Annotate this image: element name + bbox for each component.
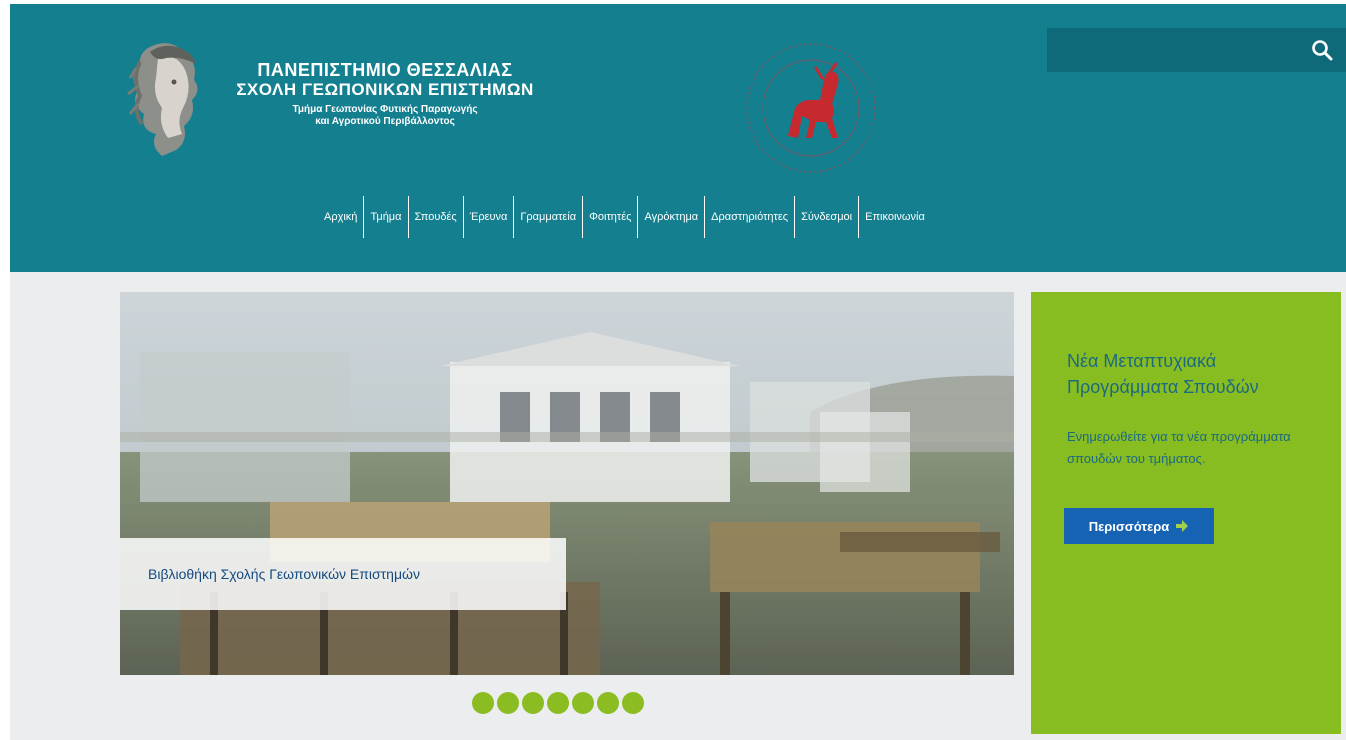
search-input[interactable] [1047,28,1317,72]
brand-block: ΠΑΝΕΠΙΣΤΗΜΙΟ ΘΕΣΣΑΛΙΑΣ ΣΧΟΛΗ ΓΕΩΠΟΝΙΚΩΝ … [215,60,555,128]
nav-item-secretariat[interactable]: Γραμματεία [513,196,582,238]
slider-dot[interactable] [472,692,494,714]
more-button[interactable]: Περισσότερα [1064,508,1214,544]
nav-item-activities[interactable]: Δραστηριότητες [704,196,794,238]
slider-dot[interactable] [597,692,619,714]
nav-item-students[interactable]: Φοιτητές [582,196,637,238]
main-nav: Αρχική Τμήμα Σπουδές Έρευνα Γραμματεία Φ… [318,196,931,238]
nav-item-contact[interactable]: Επικοινωνία [858,196,931,238]
slide-caption-text: Βιβλιοθήκη Σχολής Γεωπονικών Επιστημών [148,566,420,582]
university-title: ΠΑΝΕΠΙΣΤΗΜΙΟ ΘΕΣΣΑΛΙΑΣ [257,60,513,80]
school-title: ΣΧΟΛΗ ΓΕΩΠΟΝΙΚΩΝ ΕΠΙΣΤΗΜΩΝ [236,80,534,99]
nav-item-department[interactable]: Τμήμα [363,196,407,238]
slider-image[interactable] [120,292,1014,675]
nav-item-studies[interactable]: Σπουδές [407,196,463,238]
university-logo[interactable] [122,38,212,160]
slider-dot[interactable] [572,692,594,714]
search-icon[interactable] [1310,38,1334,62]
university-seal [746,43,876,173]
slider-dot[interactable] [497,692,519,714]
slider-dot[interactable] [622,692,644,714]
nav-item-links[interactable]: Σύνδεσμοι [794,196,858,238]
promo-panel: Νέα Μεταπτυχιακά Προγράμματα Σπουδών Ενη… [1031,292,1341,734]
arrow-right-icon [1176,520,1189,532]
promo-title: Νέα Μεταπτυχιακά Προγράμματα Σπουδών [1067,351,1259,397]
slider-pagination [472,692,644,714]
promo-text: Ενημερωθείτε για τα νέα προγράμματα σπου… [1067,429,1291,466]
department-line-2: και Αγροτικού Περιβάλλοντος [315,116,455,127]
nav-item-farm[interactable]: Αγρόκτημα [637,196,704,238]
more-button-label: Περισσότερα [1088,518,1170,534]
search-bar [1047,28,1346,72]
slide-caption[interactable]: Βιβλιοθήκη Σχολής Γεωπονικών Επιστημών [120,538,566,610]
department-line-1: Τμήμα Γεωπονίας Φυτικής Παραγωγής [292,104,478,115]
nav-item-home[interactable]: Αρχική [318,196,363,238]
slider-dot[interactable] [522,692,544,714]
nav-item-research[interactable]: Έρευνα [462,196,514,238]
slider-dot[interactable] [547,692,569,714]
